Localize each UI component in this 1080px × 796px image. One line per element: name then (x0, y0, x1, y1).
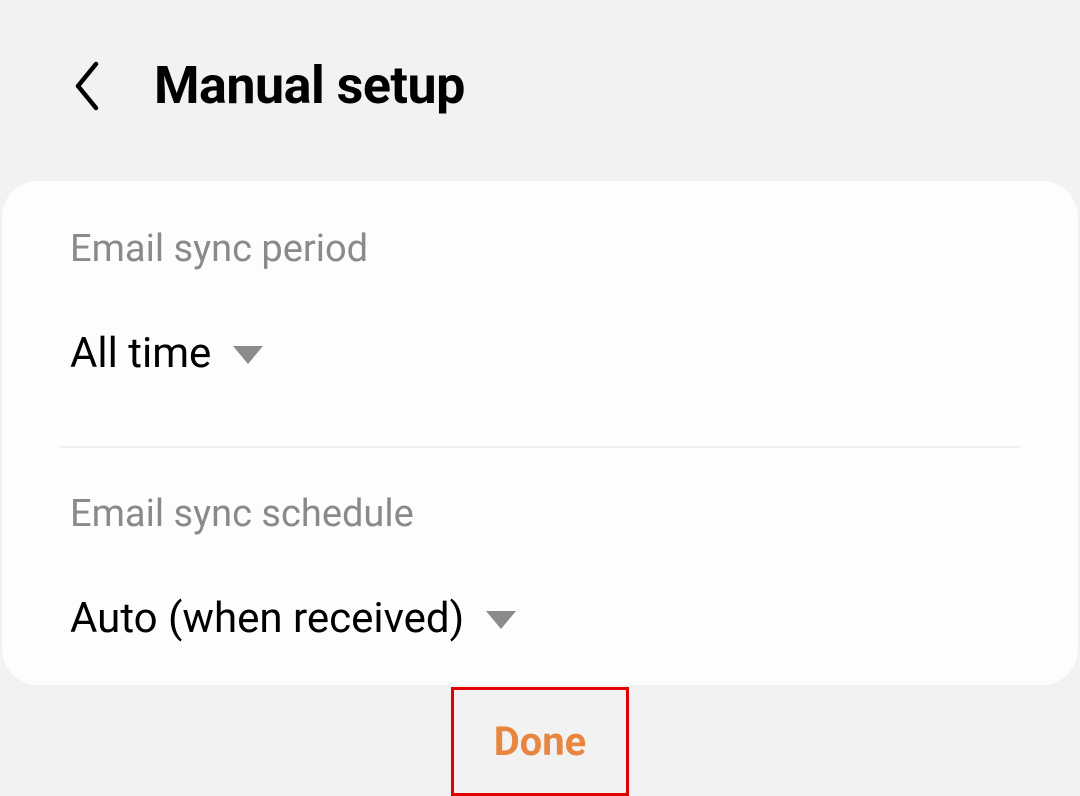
chevron-down-icon (486, 609, 516, 629)
setting-sync-period: Email sync period All time (70, 227, 1010, 378)
sync-period-label: Email sync period (70, 227, 1010, 271)
chevron-down-icon (233, 344, 263, 364)
sync-period-selector[interactable]: All time (70, 329, 1010, 378)
sync-schedule-value: Auto (when received) (70, 594, 464, 643)
divider (60, 446, 1020, 448)
sync-schedule-label: Email sync schedule (70, 492, 1010, 536)
footer: Done (0, 687, 1080, 796)
sync-period-value: All time (70, 329, 211, 378)
settings-card: Email sync period All time Email sync sc… (2, 181, 1078, 685)
sync-schedule-selector[interactable]: Auto (when received) (70, 594, 1010, 643)
done-button[interactable]: Done (451, 687, 629, 796)
setting-sync-schedule: Email sync schedule Auto (when received) (70, 492, 1010, 643)
page-title: Manual setup (154, 55, 465, 116)
header: Manual setup (0, 0, 1080, 116)
back-icon[interactable] (72, 60, 102, 112)
